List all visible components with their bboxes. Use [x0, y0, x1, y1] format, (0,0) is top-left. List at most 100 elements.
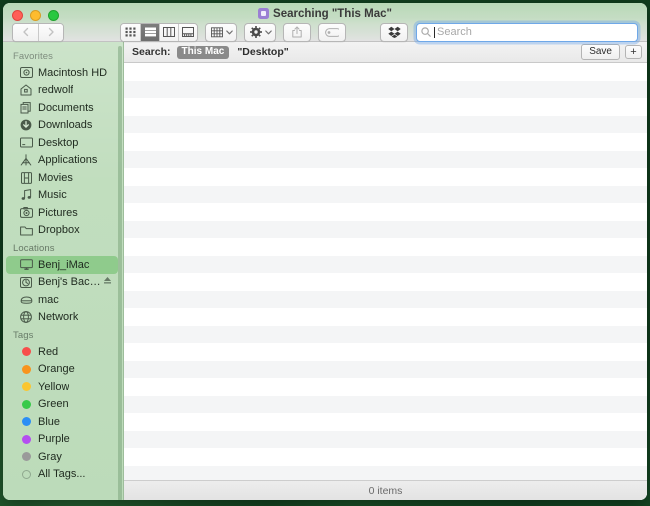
- action-menu-button[interactable]: [244, 22, 276, 42]
- sidebar-item-label: Green: [38, 398, 69, 411]
- window-body: Favorites Macintosh HD redwolf Documents Dow…: [3, 42, 647, 500]
- sidebar-item-pictures[interactable]: Pictures: [6, 204, 118, 222]
- save-search-button[interactable]: Save: [581, 44, 620, 60]
- navigation-buttons[interactable]: [12, 22, 64, 42]
- sidebar-item-desktop[interactable]: Desktop: [6, 134, 118, 152]
- gallery-view-button[interactable]: [178, 23, 197, 41]
- tag-dot-icon: [19, 415, 33, 428]
- search-field[interactable]: Search: [416, 22, 638, 42]
- table-row[interactable]: [124, 238, 647, 256]
- tag-dot-icon: [19, 398, 33, 411]
- downloads-icon: [19, 119, 33, 132]
- sidebar-item-label: Gray: [38, 450, 62, 463]
- toolbar[interactable]: Search: [3, 22, 647, 42]
- add-criteria-button[interactable]: +: [625, 45, 642, 59]
- table-row[interactable]: [124, 63, 647, 81]
- sidebar-item-label: Macintosh HD: [38, 66, 108, 79]
- sidebar-item-benj-s-backup[interactable]: Benj's Backup: [6, 274, 118, 292]
- tag-dot-icon: [19, 450, 33, 463]
- sidebar[interactable]: Favorites Macintosh HD redwolf Documents Dow…: [3, 42, 124, 500]
- scope-this-mac-chip[interactable]: This Mac: [176, 45, 230, 59]
- tag-dot-icon: [19, 433, 33, 446]
- sidebar-item-label: Purple: [38, 433, 70, 446]
- list-view-button[interactable]: [140, 23, 159, 41]
- share-button[interactable]: [283, 22, 311, 42]
- table-row[interactable]: [124, 203, 647, 221]
- sidebar-item-label: redwolf: [38, 84, 74, 97]
- search-scope-bar[interactable]: Search: This Mac "Desktop" Save +: [124, 42, 647, 63]
- minimize-button[interactable]: [30, 10, 41, 21]
- sidebar-item-applications[interactable]: Applications: [6, 152, 118, 170]
- table-row[interactable]: [124, 98, 647, 116]
- grid-icon: [125, 27, 136, 37]
- column-view-button[interactable]: [159, 23, 178, 41]
- window-controls[interactable]: [12, 10, 59, 21]
- search-folder-icon: [258, 8, 270, 19]
- table-row[interactable]: [124, 290, 647, 308]
- edit-tags-button[interactable]: [318, 22, 346, 42]
- back-button[interactable]: [13, 23, 38, 41]
- sidebar-item-label: Dropbox: [38, 224, 80, 237]
- forward-button[interactable]: [38, 23, 63, 41]
- file-list[interactable]: [124, 63, 647, 480]
- sidebar-item-label: Benj's Backup: [38, 276, 103, 289]
- maximize-button[interactable]: [48, 10, 59, 21]
- sidebar-item-music[interactable]: Music: [6, 187, 118, 205]
- icon-view-button[interactable]: [121, 23, 140, 41]
- table-row[interactable]: [124, 360, 647, 378]
- sidebar-item-downloads[interactable]: Downloads: [6, 117, 118, 135]
- scope-desktop-chip[interactable]: "Desktop": [237, 46, 288, 58]
- sidebar-item-redwolf[interactable]: redwolf: [6, 82, 118, 100]
- table-row[interactable]: [124, 308, 647, 326]
- table-row[interactable]: [124, 448, 647, 466]
- sidebar-item-macintosh-hd[interactable]: Macintosh HD: [6, 64, 118, 82]
- sidebar-item-label: Red: [38, 345, 59, 358]
- home-icon: [19, 84, 33, 97]
- table-row[interactable]: [124, 465, 647, 480]
- window-titlebar[interactable]: Searching "This Mac" Search: [3, 3, 647, 42]
- table-row[interactable]: [124, 133, 647, 151]
- table-row[interactable]: [124, 168, 647, 186]
- table-row[interactable]: [124, 395, 647, 413]
- table-row[interactable]: [124, 430, 647, 448]
- table-row[interactable]: [124, 378, 647, 396]
- table-row[interactable]: [124, 325, 647, 343]
- sidebar-item-mac[interactable]: mac: [6, 291, 118, 309]
- sidebar-item-label: Applications: [38, 154, 98, 167]
- sidebar-item-movies[interactable]: Movies: [6, 169, 118, 187]
- group-by-button[interactable]: [205, 22, 237, 42]
- sidebar-scrollbar[interactable]: [118, 46, 122, 500]
- sidebar-item-documents[interactable]: Documents: [6, 99, 118, 117]
- time-machine-disk-icon: [19, 276, 33, 289]
- dropbox-button[interactable]: [380, 22, 408, 42]
- table-row[interactable]: [124, 255, 647, 273]
- gear-icon: [250, 26, 262, 38]
- sidebar-item-label: Benj_iMac: [38, 258, 90, 271]
- table-row[interactable]: [124, 413, 647, 431]
- sidebar-item-network[interactable]: Network: [6, 309, 118, 327]
- table-row[interactable]: [124, 150, 647, 168]
- sidebar-item-dropbox[interactable]: Dropbox: [6, 222, 118, 240]
- table-row[interactable]: [124, 220, 647, 238]
- sidebar-item-benj-imac[interactable]: Benj_iMac: [6, 256, 118, 274]
- finder-window[interactable]: Searching "This Mac" Search Favorites Ma…: [3, 3, 647, 500]
- desktop-icon: [19, 136, 33, 149]
- sidebar-item-yellow[interactable]: Yellow: [6, 378, 118, 396]
- sidebar-item-green[interactable]: Green: [6, 396, 118, 414]
- table-row[interactable]: [124, 185, 647, 203]
- view-mode-buttons[interactable]: [120, 22, 198, 42]
- sidebar-item-gray[interactable]: Gray: [6, 448, 118, 466]
- sidebar-item-orange[interactable]: Orange: [6, 361, 118, 379]
- sidebar-item-red[interactable]: Red: [6, 343, 118, 361]
- close-button[interactable]: [12, 10, 23, 21]
- table-row[interactable]: [124, 115, 647, 133]
- table-row[interactable]: [124, 80, 647, 98]
- table-row[interactable]: [124, 273, 647, 291]
- table-row[interactable]: [124, 343, 647, 361]
- sidebar-item-label: Blue: [38, 415, 61, 428]
- eject-icon[interactable]: [103, 276, 112, 288]
- sidebar-item-blue[interactable]: Blue: [6, 413, 118, 431]
- text-caret: [434, 26, 435, 38]
- sidebar-item-purple[interactable]: Purple: [6, 431, 118, 449]
- sidebar-item-all-tags[interactable]: All Tags...: [6, 466, 118, 484]
